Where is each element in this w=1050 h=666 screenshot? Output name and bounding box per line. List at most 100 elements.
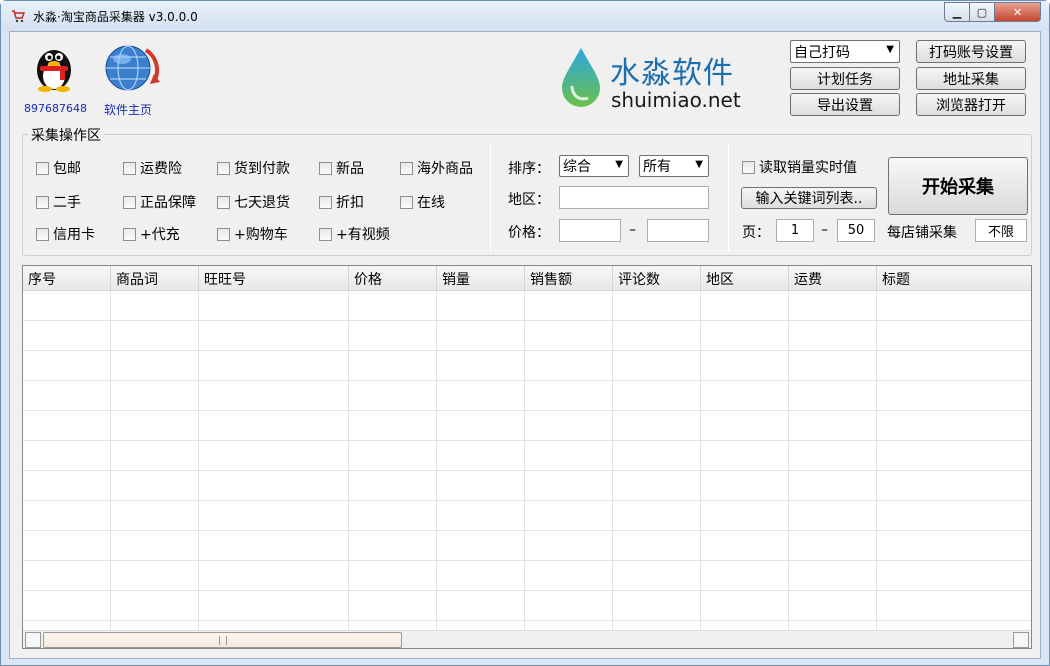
- table-cell[interactable]: [349, 381, 437, 411]
- table-cell[interactable]: [23, 441, 111, 471]
- table-cell[interactable]: [437, 471, 525, 501]
- table-cell[interactable]: [437, 561, 525, 591]
- table-cell[interactable]: [23, 591, 111, 621]
- table-cell[interactable]: [701, 351, 789, 381]
- table-cell[interactable]: [789, 531, 877, 561]
- table-cell[interactable]: [437, 291, 525, 321]
- export-settings-button[interactable]: 导出设置: [790, 93, 900, 116]
- table-cell[interactable]: [525, 501, 613, 531]
- table-row[interactable]: [23, 381, 1031, 411]
- table-cell[interactable]: [701, 411, 789, 441]
- table-cell[interactable]: [877, 411, 1031, 441]
- table-cell[interactable]: [349, 531, 437, 561]
- table-cell[interactable]: [789, 561, 877, 591]
- page-to-input[interactable]: 50: [837, 219, 875, 242]
- column-header[interactable]: 评论数: [613, 266, 701, 291]
- table-cell[interactable]: [877, 291, 1031, 321]
- table-cell[interactable]: [23, 291, 111, 321]
- table-row[interactable]: [23, 351, 1031, 381]
- table-cell[interactable]: [111, 531, 199, 561]
- table-cell[interactable]: [199, 291, 349, 321]
- table-cell[interactable]: [23, 501, 111, 531]
- column-header[interactable]: 序号: [23, 266, 111, 291]
- table-row[interactable]: [23, 321, 1031, 351]
- table-cell[interactable]: [23, 321, 111, 351]
- column-header[interactable]: 标题: [877, 266, 1031, 291]
- table-cell[interactable]: [437, 501, 525, 531]
- table-cell[interactable]: [199, 441, 349, 471]
- checkbox-box[interactable]: [217, 161, 230, 175]
- captcha-mode-select[interactable]: 自己打码 ▼: [790, 40, 900, 63]
- checkbox-box[interactable]: [319, 195, 332, 209]
- table-cell[interactable]: [23, 351, 111, 381]
- table-cell[interactable]: [349, 351, 437, 381]
- table-cell[interactable]: [437, 411, 525, 441]
- table-cell[interactable]: [111, 291, 199, 321]
- table-cell[interactable]: [525, 471, 613, 501]
- checkbox-box[interactable]: [742, 160, 755, 174]
- table-cell[interactable]: [613, 411, 701, 441]
- table-cell[interactable]: [789, 381, 877, 411]
- schedule-task-button[interactable]: 计划任务: [790, 67, 900, 90]
- checkbox-box[interactable]: [319, 227, 332, 241]
- table-cell[interactable]: [199, 381, 349, 411]
- checkbox-box[interactable]: [123, 227, 136, 241]
- table-cell[interactable]: [349, 471, 437, 501]
- table-cell[interactable]: [613, 561, 701, 591]
- minimize-button[interactable]: ▁: [944, 2, 970, 22]
- table-cell[interactable]: [613, 381, 701, 411]
- table-cell[interactable]: [789, 501, 877, 531]
- page-from-input[interactable]: 1: [776, 219, 814, 242]
- checkbox-box[interactable]: [36, 161, 49, 175]
- table-cell[interactable]: [877, 531, 1031, 561]
- table-cell[interactable]: [613, 291, 701, 321]
- table-cell[interactable]: [23, 381, 111, 411]
- table-cell[interactable]: [525, 291, 613, 321]
- table-cell[interactable]: [789, 411, 877, 441]
- table-cell[interactable]: [349, 411, 437, 441]
- table-cell[interactable]: [199, 351, 349, 381]
- table-row[interactable]: [23, 471, 1031, 501]
- browser-open-button[interactable]: 浏览器打开: [916, 93, 1026, 116]
- second-hand-checkbox[interactable]: 二手: [36, 192, 81, 212]
- captcha-account-settings-button[interactable]: 打码账号设置: [916, 40, 1026, 63]
- checkbox-box[interactable]: [217, 227, 230, 241]
- table-cell[interactable]: [437, 381, 525, 411]
- qq-penguin-icon[interactable]: [30, 42, 78, 92]
- table-cell[interactable]: [877, 381, 1031, 411]
- scroll-thumb[interactable]: [43, 632, 402, 648]
- table-cell[interactable]: [701, 531, 789, 561]
- table-cell[interactable]: [877, 591, 1031, 621]
- close-button[interactable]: ✕: [995, 2, 1041, 22]
- table-cell[interactable]: [199, 591, 349, 621]
- table-cell[interactable]: [613, 441, 701, 471]
- table-cell[interactable]: [525, 381, 613, 411]
- table-cell[interactable]: [877, 321, 1031, 351]
- table-cell[interactable]: [437, 321, 525, 351]
- price-max-input[interactable]: [647, 219, 709, 242]
- column-header[interactable]: 销量: [437, 266, 525, 291]
- shipping-insurance-checkbox[interactable]: 运费险: [123, 158, 182, 178]
- table-cell[interactable]: [199, 561, 349, 591]
- table-cell[interactable]: [111, 381, 199, 411]
- table-cell[interactable]: [789, 291, 877, 321]
- realtime-sales-checkbox[interactable]: 读取销量实时值: [742, 157, 857, 177]
- table-cell[interactable]: [877, 471, 1031, 501]
- column-header[interactable]: 旺旺号: [199, 266, 349, 291]
- table-cell[interactable]: [437, 531, 525, 561]
- table-cell[interactable]: [701, 381, 789, 411]
- table-cell[interactable]: [789, 471, 877, 501]
- column-header[interactable]: 销售额: [525, 266, 613, 291]
- table-cell[interactable]: [701, 471, 789, 501]
- seven-day-return-checkbox[interactable]: 七天退货: [217, 192, 290, 212]
- table-cell[interactable]: [613, 321, 701, 351]
- scroll-left-button[interactable]: [25, 632, 41, 648]
- table-cell[interactable]: [349, 561, 437, 591]
- table-cell[interactable]: [199, 321, 349, 351]
- start-collect-button[interactable]: 开始采集: [888, 157, 1028, 215]
- region-input[interactable]: [559, 186, 709, 209]
- table-cell[interactable]: [111, 501, 199, 531]
- table-cell[interactable]: [525, 561, 613, 591]
- table-cell[interactable]: [23, 531, 111, 561]
- per-shop-input[interactable]: 不限: [975, 219, 1027, 242]
